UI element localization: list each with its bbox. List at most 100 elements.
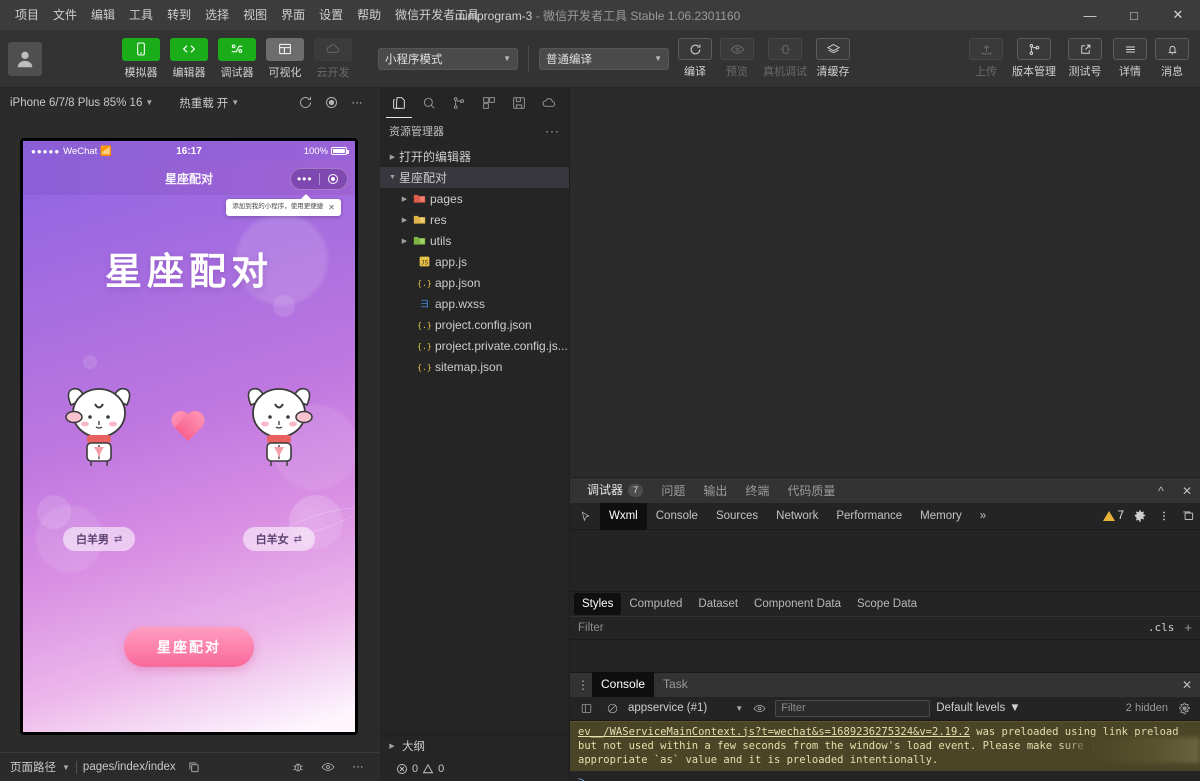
toolbar-button-clearcache[interactable]: 清缓存 [813, 38, 853, 79]
zodiac-select-female[interactable]: 白羊女 ⇄ [242, 527, 315, 551]
toolbar-button-editor[interactable]: 编辑器 [166, 37, 212, 80]
menu-item-tools[interactable]: 工具 [122, 0, 160, 30]
tab-terminal[interactable]: 终端 [736, 478, 778, 504]
drawer-tab-task[interactable]: Task [654, 672, 697, 697]
toolbar-button-debugger[interactable]: 调试器 [214, 37, 260, 80]
menu-item-file[interactable]: 文件 [46, 0, 84, 30]
problem-counters[interactable]: 0 0 [380, 757, 569, 781]
search-icon[interactable] [414, 88, 444, 118]
devtab-console[interactable]: Console [647, 503, 707, 530]
menu-item-project[interactable]: 项目 [8, 0, 46, 30]
close-button[interactable]: ✕ [1156, 0, 1200, 30]
cls-button[interactable]: .cls [1148, 621, 1175, 634]
preview-eye-icon[interactable] [316, 760, 340, 774]
console-levels-select[interactable]: Default levels ▼ [936, 702, 1020, 714]
debug-bug-icon[interactable] [286, 760, 310, 774]
tree-item-res[interactable]: ▶ res [380, 209, 569, 230]
styles-filter-input[interactable]: Filter [578, 622, 604, 634]
maximize-button[interactable]: □ [1112, 0, 1156, 30]
devtab-more-icon[interactable]: » [971, 503, 995, 530]
toolbar-button-visual[interactable]: 可视化 [262, 37, 308, 80]
collapse-panel-icon[interactable]: ^ [1148, 484, 1174, 498]
menu-item-goto[interactable]: 转到 [160, 0, 198, 30]
simulator-more-icon[interactable]: ··· [344, 97, 370, 109]
styletab-dataset[interactable]: Dataset [690, 593, 746, 615]
console-drawer-kebab-icon[interactable]: ⋮ [574, 678, 592, 692]
console-message-link[interactable]: ev__/WAServiceMainContext.js?t=wechat&s=… [578, 726, 970, 738]
tree-item-pages[interactable]: ▶ pages [380, 188, 569, 209]
page-path-label[interactable]: 页面路径 [10, 759, 56, 775]
tree-item-utils[interactable]: ▶ utils [380, 230, 569, 251]
menu-item-help[interactable]: 帮助 [350, 0, 388, 30]
add-style-rule-button[interactable]: + [1184, 620, 1192, 635]
extensions-icon[interactable] [474, 88, 504, 118]
save-icon[interactable] [504, 88, 534, 118]
wxml-elements-tree[interactable] [570, 530, 1200, 591]
tab-output[interactable]: 输出 [694, 478, 736, 504]
toolbar-button-messages[interactable]: 消息 [1152, 38, 1192, 79]
wechat-capsule[interactable]: ••• [290, 168, 348, 190]
tree-item-project-config[interactable]: {.} project.config.json [380, 314, 569, 335]
toolbar-button-simulator[interactable]: 模拟器 [118, 37, 164, 80]
compile-select[interactable]: 普通编译 ▼ [539, 47, 669, 70]
toolbar-button-preview[interactable]: 预览 [717, 38, 757, 79]
toolbar-button-cloud[interactable]: 云开发 [310, 37, 356, 80]
rotate-icon[interactable] [292, 95, 318, 110]
bottom-more-icon[interactable]: ··· [346, 761, 370, 773]
hot-reload-select[interactable]: 热重载 开 ▼ [179, 95, 239, 111]
tree-item-sitemap[interactable]: {.} sitemap.json [380, 356, 569, 377]
inspect-element-icon[interactable] [570, 510, 600, 523]
devtab-memory[interactable]: Memory [911, 503, 971, 530]
record-icon[interactable] [318, 95, 344, 110]
tree-open-editors[interactable]: ▶ 打开的编辑器 [380, 146, 569, 167]
menu-item-settings[interactable]: 设置 [312, 0, 350, 30]
menu-item-view[interactable]: 视图 [236, 0, 274, 30]
console-drawer-close-icon[interactable]: ✕ [1174, 678, 1200, 692]
minimize-button[interactable]: — [1068, 0, 1112, 30]
mode-select[interactable]: 小程序模式 ▼ [378, 47, 518, 70]
live-expression-icon[interactable] [749, 702, 769, 715]
dock-side-icon[interactable] [1176, 509, 1200, 523]
styletab-styles[interactable]: Styles [574, 592, 622, 615]
device-select[interactable]: iPhone 6/7/8 Plus 85% 16 ▼ [10, 97, 153, 109]
menu-item-interface[interactable]: 界面 [274, 0, 312, 30]
devtab-performance[interactable]: Performance [827, 503, 911, 530]
toolbar-button-compile[interactable]: 编译 [675, 38, 715, 79]
styletab-scope-data[interactable]: Scope Data [849, 593, 925, 615]
devtools-kebab-icon[interactable] [1152, 509, 1176, 523]
console-output[interactable]: ev__/WAServiceMainContext.js?t=wechat&s=… [570, 720, 1200, 781]
styles-rules-area[interactable] [570, 639, 1200, 672]
styletab-computed[interactable]: Computed [621, 593, 690, 615]
match-button[interactable]: 星座配对 [124, 627, 254, 667]
menu-item-edit[interactable]: 编辑 [84, 0, 122, 30]
capsule-close-icon[interactable] [320, 174, 348, 184]
tree-item-app-wxss[interactable]: 彐 app.wxss [380, 293, 569, 314]
console-filter-input[interactable]: Filter [775, 699, 931, 717]
tooltip-close-icon[interactable]: ✕ [328, 203, 335, 212]
clear-console-icon[interactable] [602, 702, 622, 715]
outline-header[interactable]: ▶ 大纲 [380, 735, 569, 757]
devtools-warning-count[interactable]: 7 [1102, 510, 1124, 522]
devtab-network[interactable]: Network [767, 503, 827, 530]
tree-project-root[interactable]: ▼ 星座配对 [380, 167, 569, 188]
devtab-sources[interactable]: Sources [707, 503, 767, 530]
tab-problems[interactable]: 问题 [652, 478, 694, 504]
tree-item-project-private-config[interactable]: {.} project.private.config.js... [380, 335, 569, 356]
tab-code-quality[interactable]: 代码质量 [778, 478, 844, 504]
close-panel-icon[interactable]: ✕ [1174, 484, 1200, 498]
styletab-component-data[interactable]: Component Data [746, 593, 849, 615]
source-control-icon[interactable] [444, 88, 474, 118]
tab-debugger[interactable]: 调试器 7 [578, 478, 653, 504]
zodiac-select-male[interactable]: 白羊男 ⇄ [63, 527, 136, 551]
toolbar-button-testid[interactable]: 测试号 [1062, 38, 1108, 79]
console-settings-gear-icon[interactable] [1174, 702, 1194, 715]
console-context-select[interactable]: appservice (#1) ▼ [628, 702, 743, 714]
avatar[interactable] [8, 41, 42, 76]
toolbar-button-details[interactable]: 详情 [1110, 38, 1150, 79]
devtab-wxml[interactable]: Wxml [600, 502, 647, 530]
copy-icon[interactable] [182, 760, 206, 774]
explorer-more-icon[interactable]: ··· [545, 124, 560, 138]
settings-gear-icon[interactable] [1128, 509, 1152, 523]
tree-item-app-js[interactable]: JS app.js [380, 251, 569, 272]
console-input-prompt[interactable]: > [570, 771, 1200, 781]
